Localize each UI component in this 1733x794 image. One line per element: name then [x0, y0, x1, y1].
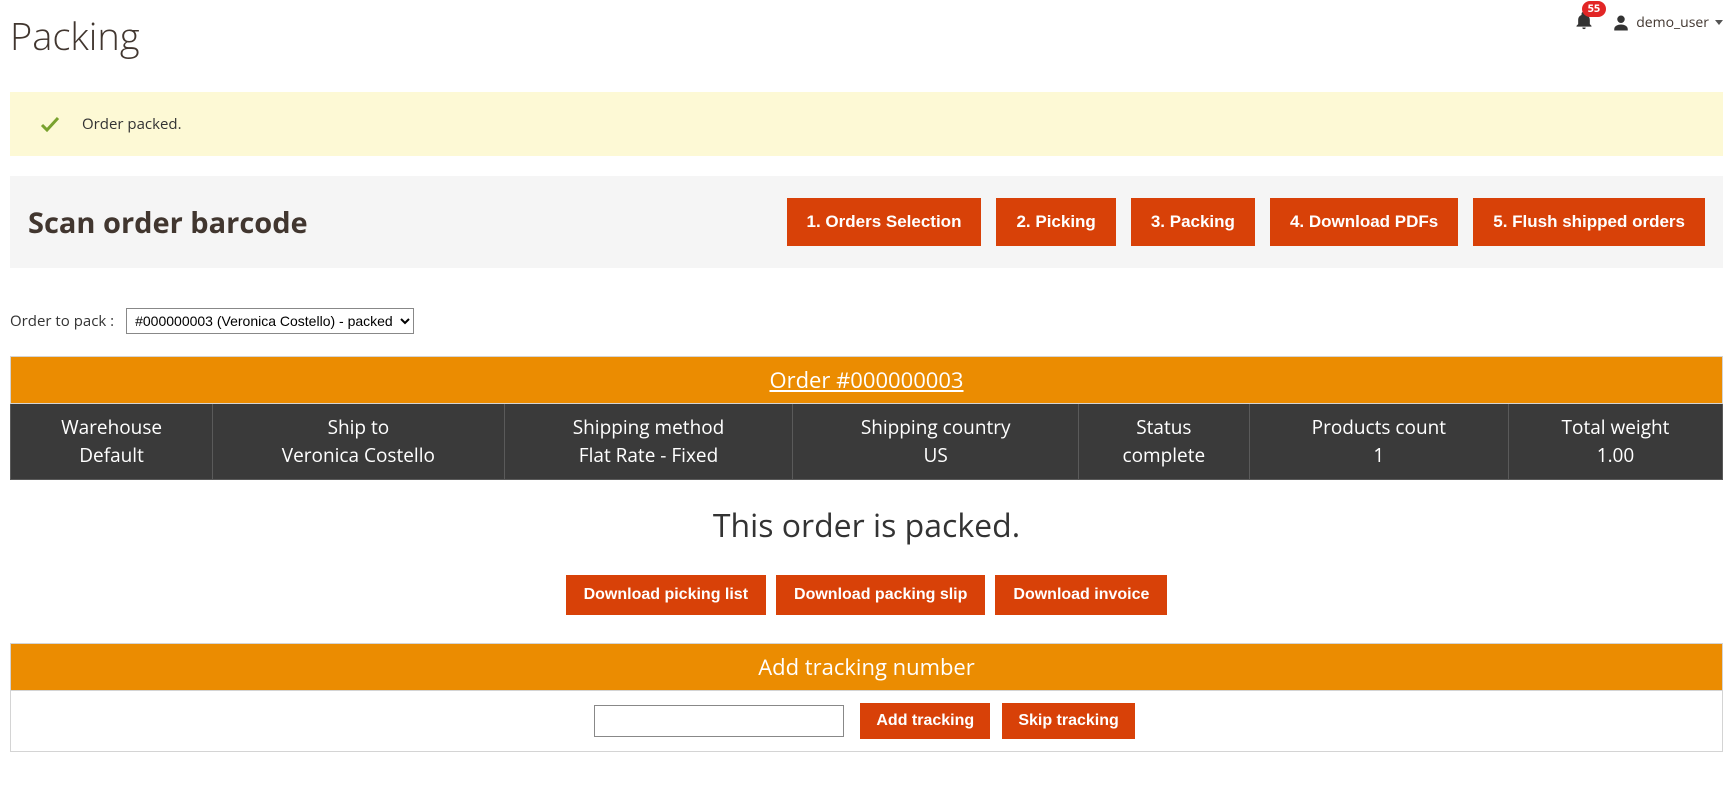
order-info-row: Warehouse Default Ship to Veronica Coste…: [11, 404, 1723, 480]
step-flush-orders-button[interactable]: 5. Flush shipped orders: [1473, 198, 1705, 246]
products-count-label: Products count: [1258, 414, 1500, 442]
shipping-method-label: Shipping method: [513, 414, 785, 442]
download-picking-list-button[interactable]: Download picking list: [566, 575, 766, 615]
username-label: demo_user: [1636, 13, 1709, 32]
check-icon: [38, 112, 62, 136]
order-to-pack-label: Order to pack :: [10, 311, 114, 331]
order-info-table: Order #000000003 Warehouse Default Ship …: [10, 356, 1723, 480]
total-weight-cell: Total weight 1.00: [1509, 404, 1723, 480]
order-select[interactable]: #000000003 (Veronica Costello) - packed: [126, 308, 414, 334]
chevron-down-icon: [1715, 20, 1723, 25]
products-count-cell: Products count 1: [1249, 404, 1508, 480]
status-value: complete: [1087, 442, 1241, 470]
user-menu[interactable]: demo_user: [1612, 13, 1723, 32]
tracking-body-row: Add tracking Skip tracking: [11, 691, 1723, 752]
add-tracking-button[interactable]: Add tracking: [860, 703, 990, 739]
shipping-country-value: US: [801, 442, 1070, 470]
download-buttons-row: Download picking list Download packing s…: [10, 575, 1723, 615]
notifications-button[interactable]: 55: [1574, 10, 1594, 35]
download-invoice-button[interactable]: Download invoice: [995, 575, 1167, 615]
success-message: Order packed.: [10, 92, 1723, 156]
order-link[interactable]: Order #000000003: [769, 365, 963, 395]
warehouse-cell: Warehouse Default: [11, 404, 213, 480]
products-count-value: 1: [1258, 442, 1500, 470]
step-picking-button[interactable]: 2. Picking: [996, 198, 1115, 246]
tracking-table: Add tracking number Add tracking Skip tr…: [10, 643, 1723, 752]
page-title: Packing: [10, 10, 140, 62]
success-message-text: Order packed.: [82, 114, 182, 134]
shipping-method-cell: Shipping method Flat Rate - Fixed: [504, 404, 793, 480]
step-download-pdfs-button[interactable]: 4. Download PDFs: [1270, 198, 1458, 246]
barcode-panel-title: Scan order barcode: [28, 203, 308, 242]
tracking-header-row: Add tracking number: [11, 644, 1723, 691]
step-orders-selection-button[interactable]: 1. Orders Selection: [787, 198, 982, 246]
step-buttons: 1. Orders Selection 2. Picking 3. Packin…: [787, 198, 1706, 246]
shipping-country-cell: Shipping country US: [793, 404, 1079, 480]
warehouse-label: Warehouse: [19, 414, 204, 442]
shipping-country-label: Shipping country: [801, 414, 1070, 442]
total-weight-value: 1.00: [1517, 442, 1714, 470]
order-header-row: Order #000000003: [11, 357, 1723, 404]
warehouse-value: Default: [19, 442, 204, 470]
notification-count-badge: 55: [1582, 1, 1607, 17]
status-label: Status: [1087, 414, 1241, 442]
tracking-header-label: Add tracking number: [11, 644, 1723, 691]
user-area: 55 demo_user: [1574, 10, 1723, 35]
user-icon: [1612, 14, 1630, 32]
status-cell: Status complete: [1078, 404, 1249, 480]
skip-tracking-button[interactable]: Skip tracking: [1002, 703, 1134, 739]
ship-to-cell: Ship to Veronica Costello: [213, 404, 504, 480]
top-bar: Packing 55 demo_user: [10, 10, 1723, 62]
barcode-panel: Scan order barcode 1. Orders Selection 2…: [10, 176, 1723, 268]
shipping-method-value: Flat Rate - Fixed: [513, 442, 785, 470]
total-weight-label: Total weight: [1517, 414, 1714, 442]
step-packing-button[interactable]: 3. Packing: [1131, 198, 1255, 246]
packed-status-message: This order is packed.: [10, 504, 1723, 547]
order-to-pack-row: Order to pack : #000000003 (Veronica Cos…: [10, 308, 1723, 334]
ship-to-value: Veronica Costello: [221, 442, 495, 470]
ship-to-label: Ship to: [221, 414, 495, 442]
tracking-number-input[interactable]: [594, 705, 844, 737]
download-packing-slip-button[interactable]: Download packing slip: [776, 575, 985, 615]
